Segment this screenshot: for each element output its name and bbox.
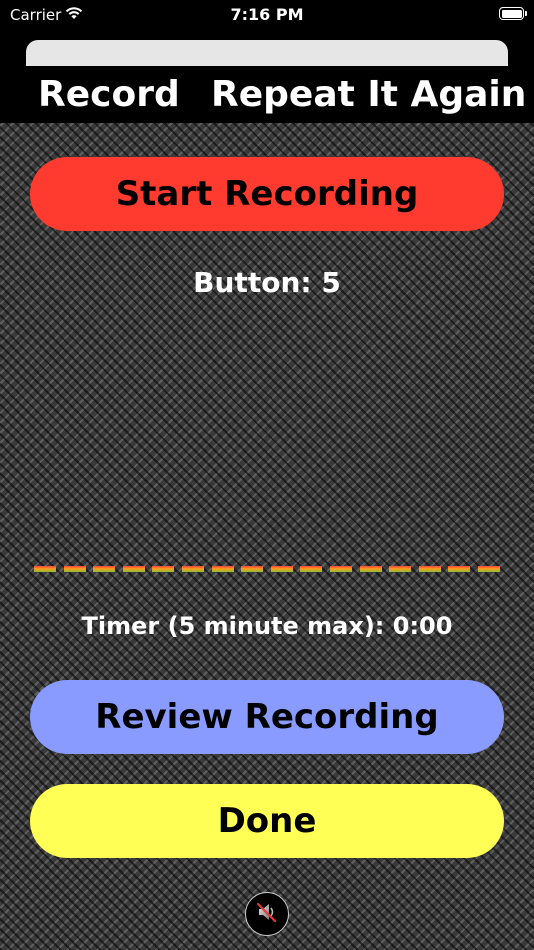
- level-dash: [211, 566, 234, 572]
- status-time: 7:16 PM: [230, 5, 304, 24]
- button-count-label: Button: 5: [193, 266, 341, 299]
- level-dash: [389, 566, 412, 572]
- level-dash: [34, 566, 56, 572]
- level-dash: [122, 566, 145, 572]
- speaker-muted-icon: [253, 898, 281, 930]
- app-screen: Carrier 7:16 PM Record Repeat It Again S…: [0, 0, 534, 950]
- title-bar: Record Repeat It Again: [0, 66, 534, 123]
- level-dash: [418, 566, 441, 572]
- start-recording-button[interactable]: Start Recording: [30, 157, 504, 231]
- review-recording-button[interactable]: Review Recording: [30, 680, 504, 754]
- battery-icon: [499, 7, 527, 20]
- level-dash: [270, 566, 293, 572]
- level-dash: [181, 566, 204, 572]
- level-dash: [63, 566, 86, 572]
- audio-level-meter: [34, 566, 500, 574]
- level-dash: [152, 566, 175, 572]
- title-record: Record: [38, 74, 180, 115]
- sheet-card-top: [26, 40, 508, 66]
- level-dash: [477, 566, 500, 572]
- title-repeat-it-again: Repeat It Again: [211, 74, 527, 115]
- level-dash: [241, 566, 264, 572]
- level-dash: [359, 566, 382, 572]
- level-dash: [300, 566, 323, 572]
- done-button[interactable]: Done: [30, 784, 504, 858]
- speaker-toggle-button[interactable]: [245, 892, 289, 936]
- level-dash: [329, 566, 352, 572]
- timer-label: Timer (5 minute max): 0:00: [81, 612, 453, 640]
- status-bar: Carrier 7:16 PM: [0, 0, 534, 30]
- level-dash: [448, 566, 471, 572]
- level-dash: [93, 566, 116, 572]
